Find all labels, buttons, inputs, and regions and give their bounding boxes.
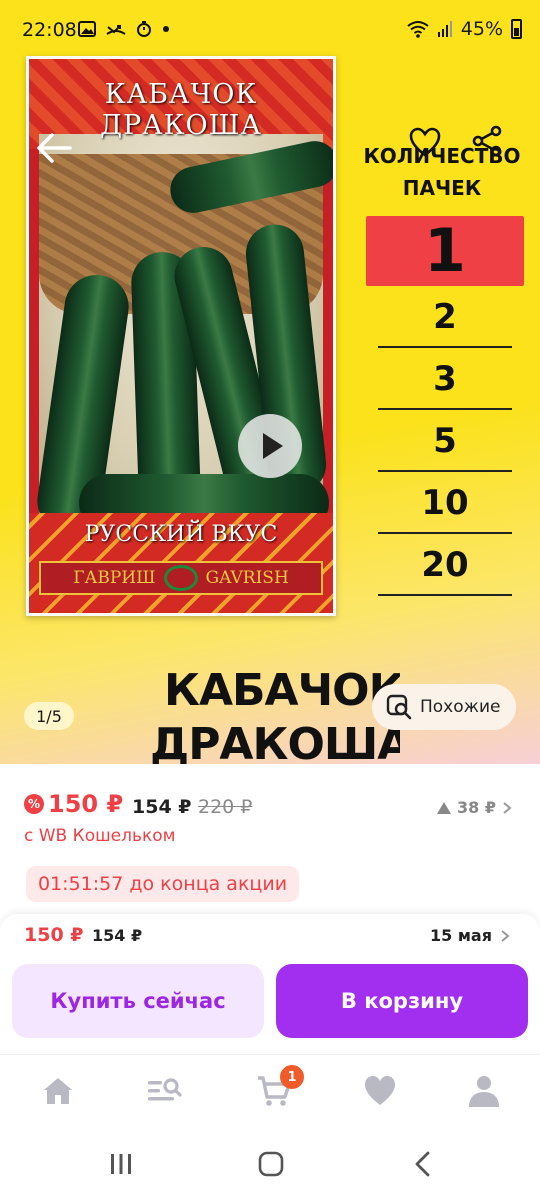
quantity-title-line1: КОЛИЧЕСТВО	[363, 144, 521, 168]
cart-badge: 1	[280, 1065, 304, 1089]
favorites-heart-icon[interactable]	[362, 1073, 398, 1109]
current-price: 154 ₽	[132, 796, 192, 818]
price-change: 38 ₽	[457, 798, 496, 817]
delivery-date-link[interactable]: 15 мая	[430, 926, 510, 945]
product-gallery[interactable]: КАБАЧОК ДРАКОША РУССКИЙ ВКУС ГАВРИШ GAVR…	[0, 44, 540, 770]
recent-apps-icon[interactable]	[106, 1150, 136, 1178]
quantity-option-5[interactable]: 5	[366, 410, 524, 472]
quantity-title-line2: ПАЧЕК	[402, 176, 482, 200]
status-time: 22:08	[22, 19, 77, 41]
gallery-icon	[78, 21, 96, 37]
dot-icon	[163, 26, 169, 32]
brand-ru: ГАВРИШ	[73, 568, 156, 588]
sticky-price: 154 ₽	[92, 926, 143, 945]
chevron-right-icon	[503, 801, 512, 814]
price-history-link[interactable]: 38 ₽	[437, 798, 512, 817]
quantity-option-3[interactable]: 3	[366, 348, 524, 410]
brand-en: GAVRISH	[205, 568, 289, 588]
product-name-banner: КАБАЧОК ДРАКОША	[150, 664, 400, 772]
wifi-icon	[407, 21, 429, 38]
quantity-option-20[interactable]: 20	[366, 534, 524, 596]
quantity-title: КОЛИЧЕСТВО ПАЧЕК	[360, 140, 524, 204]
missed-call-icon	[106, 25, 126, 35]
similar-label: Похожие	[420, 697, 501, 717]
profile-icon[interactable]	[466, 1073, 502, 1109]
similar-search-icon	[386, 694, 412, 720]
price-up-icon	[437, 801, 452, 814]
add-to-cart-button[interactable]: В корзину	[276, 964, 528, 1038]
sticky-wallet-price: 150 ₽	[24, 924, 84, 946]
packet-series: РУССКИЙ ВКУС	[84, 522, 278, 547]
buy-now-button[interactable]: Купить сейчас	[12, 964, 264, 1038]
back-nav-icon[interactable]	[408, 1150, 438, 1178]
quantity-options: 1 2 3 5 10 20	[366, 216, 524, 596]
promo-timer-badge: 01:51:57 до конца акции	[26, 866, 300, 902]
home-icon[interactable]	[40, 1073, 76, 1109]
status-right: 45%	[407, 18, 522, 40]
quantity-option-1[interactable]: 1	[366, 216, 524, 286]
quantity-option-10[interactable]: 10	[366, 472, 524, 534]
delivery-date: 15 мая	[430, 926, 492, 945]
brand-mark-icon	[163, 565, 198, 591]
signal-icon	[437, 21, 452, 37]
old-price: 220 ₽	[198, 796, 253, 818]
product-name-line1: КАБАЧОК	[164, 665, 400, 716]
chevron-right-icon	[501, 929, 510, 942]
quantity-option-2[interactable]: 2	[366, 286, 524, 348]
wallet-note: с WB Кошельком	[24, 826, 176, 846]
packet-title-line1: КАБАЧОК	[104, 79, 258, 110]
bottom-navigation: 1	[0, 1054, 540, 1128]
purchase-bar: 150 ₽ 154 ₽ 15 мая Купить сейчас В корзи…	[0, 914, 540, 1054]
home-button-icon[interactable]	[256, 1150, 286, 1178]
brand-logo: ГАВРИШ GAVRISH	[39, 561, 323, 595]
price-block: % 150 ₽ 154 ₽ 220 ₽ с WB Кошельком 38 ₽ …	[0, 764, 540, 924]
battery-icon	[511, 19, 522, 39]
system-navigation	[0, 1128, 540, 1200]
status-notification-icons	[78, 20, 170, 38]
catalog-search-icon[interactable]	[146, 1073, 182, 1109]
discount-icon: %	[24, 794, 44, 814]
similar-button[interactable]: Похожие	[372, 684, 516, 730]
battery-percent: 45%	[460, 18, 503, 40]
gallery-counter: 1/5	[24, 702, 74, 730]
play-video-button[interactable]	[238, 414, 302, 478]
timer-icon	[137, 21, 151, 37]
wallet-price: 150 ₽	[48, 790, 124, 818]
back-arrow-icon[interactable]	[32, 126, 76, 170]
